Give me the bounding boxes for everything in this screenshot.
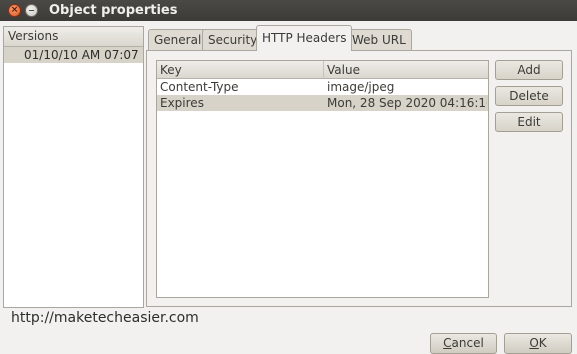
headers-table[interactable]: Key Value Content-Type image/jpeg Expire…: [156, 60, 489, 298]
column-header-key[interactable]: Key: [157, 61, 324, 79]
table-row-selected[interactable]: Expires Mon, 28 Sep 2020 04:16:16 ...: [157, 95, 488, 111]
version-item[interactable]: 01/10/10 AM 07:07: [4, 47, 143, 63]
minimize-icon: −: [28, 6, 35, 15]
column-header-value[interactable]: Value: [324, 61, 488, 79]
delete-button[interactable]: Delete: [495, 86, 563, 106]
tab-http-headers[interactable]: HTTP Headers: [256, 25, 353, 51]
cancel-button[interactable]: Cancel: [430, 333, 497, 354]
close-icon: ×: [10, 5, 19, 15]
tab-web-url[interactable]: Web URL: [346, 29, 412, 50]
ok-mnemonic: O: [529, 336, 539, 350]
versions-list[interactable]: Versions 01/10/10 AM 07:07: [3, 26, 144, 308]
tab-general[interactable]: General: [148, 29, 208, 50]
http-headers-page: Key Value Content-Type image/jpeg Expire…: [146, 50, 572, 307]
header-value: image/jpeg: [327, 80, 395, 94]
watermark-url: http://maketecheasier.com: [11, 310, 199, 326]
cancel-label: ancel: [451, 336, 484, 350]
table-row[interactable]: Content-Type image/jpeg: [157, 79, 488, 95]
close-button[interactable]: ×: [8, 4, 21, 17]
window-title: Object properties: [49, 3, 178, 18]
header-key: Content-Type: [160, 80, 239, 94]
tab-security[interactable]: Security: [202, 29, 264, 50]
versions-header[interactable]: Versions: [4, 27, 143, 47]
add-button[interactable]: Add: [495, 60, 563, 80]
cancel-mnemonic: C: [443, 336, 452, 350]
header-value: Mon, 28 Sep 2020 04:16:16 ...: [327, 96, 487, 110]
ok-button[interactable]: OK: [504, 333, 572, 354]
edit-button[interactable]: Edit: [495, 112, 563, 132]
title-bar: × − Object properties: [0, 0, 577, 21]
ok-label: K: [538, 336, 547, 350]
header-key: Expires: [160, 96, 204, 110]
dialog-body: Versions 01/10/10 AM 07:07 General Secur…: [0, 21, 577, 354]
properties-notebook: General Security HTTP Headers Web URL Ke…: [146, 25, 572, 307]
minimize-button[interactable]: −: [25, 4, 38, 17]
